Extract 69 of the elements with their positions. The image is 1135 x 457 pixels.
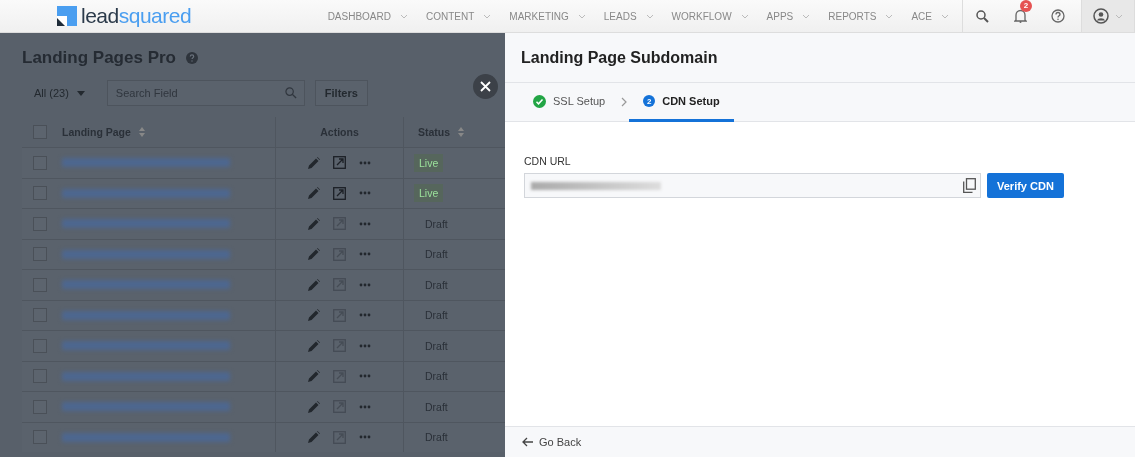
chevron-down-icon <box>400 13 408 19</box>
help-icon[interactable] <box>186 52 198 64</box>
pencil-icon[interactable] <box>308 278 320 291</box>
chevron-down-icon <box>885 13 894 19</box>
pencil-icon[interactable] <box>308 431 320 444</box>
chevron-down-icon <box>802 13 811 19</box>
pencil-icon[interactable] <box>308 400 320 413</box>
field-label: CDN URL <box>524 155 572 167</box>
caret-icon <box>76 90 85 96</box>
chevron-down-icon <box>740 13 749 19</box>
nav-menu-item[interactable]: LEADS <box>594 10 663 22</box>
pencil-icon[interactable] <box>308 248 320 261</box>
pencil-icon[interactable] <box>308 187 320 200</box>
logo-icon <box>57 6 77 26</box>
close-icon <box>480 81 491 92</box>
nav-menu-item[interactable]: APPS <box>757 10 820 22</box>
bell-icon[interactable] <box>1013 9 1027 23</box>
logo-wordmark: leadsquared <box>81 4 192 28</box>
nav-menu-item[interactable]: ACE <box>902 10 958 22</box>
sort-icon[interactable] <box>458 127 465 137</box>
search-icon[interactable] <box>975 9 989 23</box>
status-label: Live <box>414 153 444 172</box>
more-icon[interactable] <box>359 160 371 165</box>
check-circle-icon <box>533 94 546 108</box>
more-icon[interactable] <box>359 221 371 226</box>
chevron-down-icon <box>645 13 654 19</box>
external-link-icon[interactable] <box>333 156 346 170</box>
pencil-icon[interactable] <box>308 370 320 383</box>
help-icon[interactable] <box>1051 9 1065 23</box>
pencil-icon[interactable] <box>308 309 320 322</box>
more-icon[interactable] <box>359 191 371 196</box>
chevron-down-icon <box>1115 13 1123 19</box>
nav-menu-item[interactable]: MARKETING <box>500 10 595 22</box>
step-tab[interactable]: SSL Setup <box>519 83 620 122</box>
pencil-icon[interactable] <box>308 217 320 230</box>
verify-cdn-button[interactable]: Verify CDN <box>987 173 1064 198</box>
chevron-down-icon <box>941 13 949 19</box>
nav-menu-item[interactable]: WORKFLOW <box>662 10 758 22</box>
more-icon[interactable] <box>359 374 371 379</box>
chevron-down-icon <box>577 13 586 19</box>
step-tab[interactable]: 2 CDN Setup <box>629 83 734 122</box>
arrow-left-icon <box>522 437 533 447</box>
notification-badge: 2 <box>1020 0 1032 12</box>
nav-menu-item[interactable]: CONTENT <box>417 10 501 22</box>
external-link-icon[interactable] <box>333 186 346 200</box>
copy-icon[interactable] <box>963 178 976 193</box>
filters-button[interactable]: Filters <box>314 80 368 106</box>
chevron-right-icon <box>621 97 628 107</box>
chevron-down-icon <box>483 13 492 19</box>
go-back-link[interactable]: Go Back <box>522 436 582 448</box>
more-icon[interactable] <box>359 435 371 440</box>
search-icon <box>284 87 297 99</box>
pencil-icon[interactable] <box>308 339 320 352</box>
cdn-url-field[interactable] <box>524 173 981 198</box>
view-filter-dropdown[interactable]: All (23) <box>22 80 97 106</box>
status-label: Live <box>414 184 444 203</box>
more-icon[interactable] <box>359 252 371 257</box>
nav-menu-item[interactable]: REPORTS <box>819 10 903 22</box>
drawer-title: Landing Page Subdomain <box>521 48 718 67</box>
pencil-icon[interactable] <box>308 156 320 169</box>
more-icon[interactable] <box>359 343 371 348</box>
more-icon[interactable] <box>359 282 371 287</box>
nav-menu-item[interactable]: DASHBOARD <box>318 10 417 22</box>
more-icon[interactable] <box>359 404 371 409</box>
close-button[interactable] <box>473 74 498 99</box>
more-icon[interactable] <box>359 313 371 318</box>
sort-icon[interactable] <box>138 127 145 137</box>
step-number: 2 <box>643 95 656 107</box>
user-avatar-icon[interactable] <box>1093 8 1109 24</box>
